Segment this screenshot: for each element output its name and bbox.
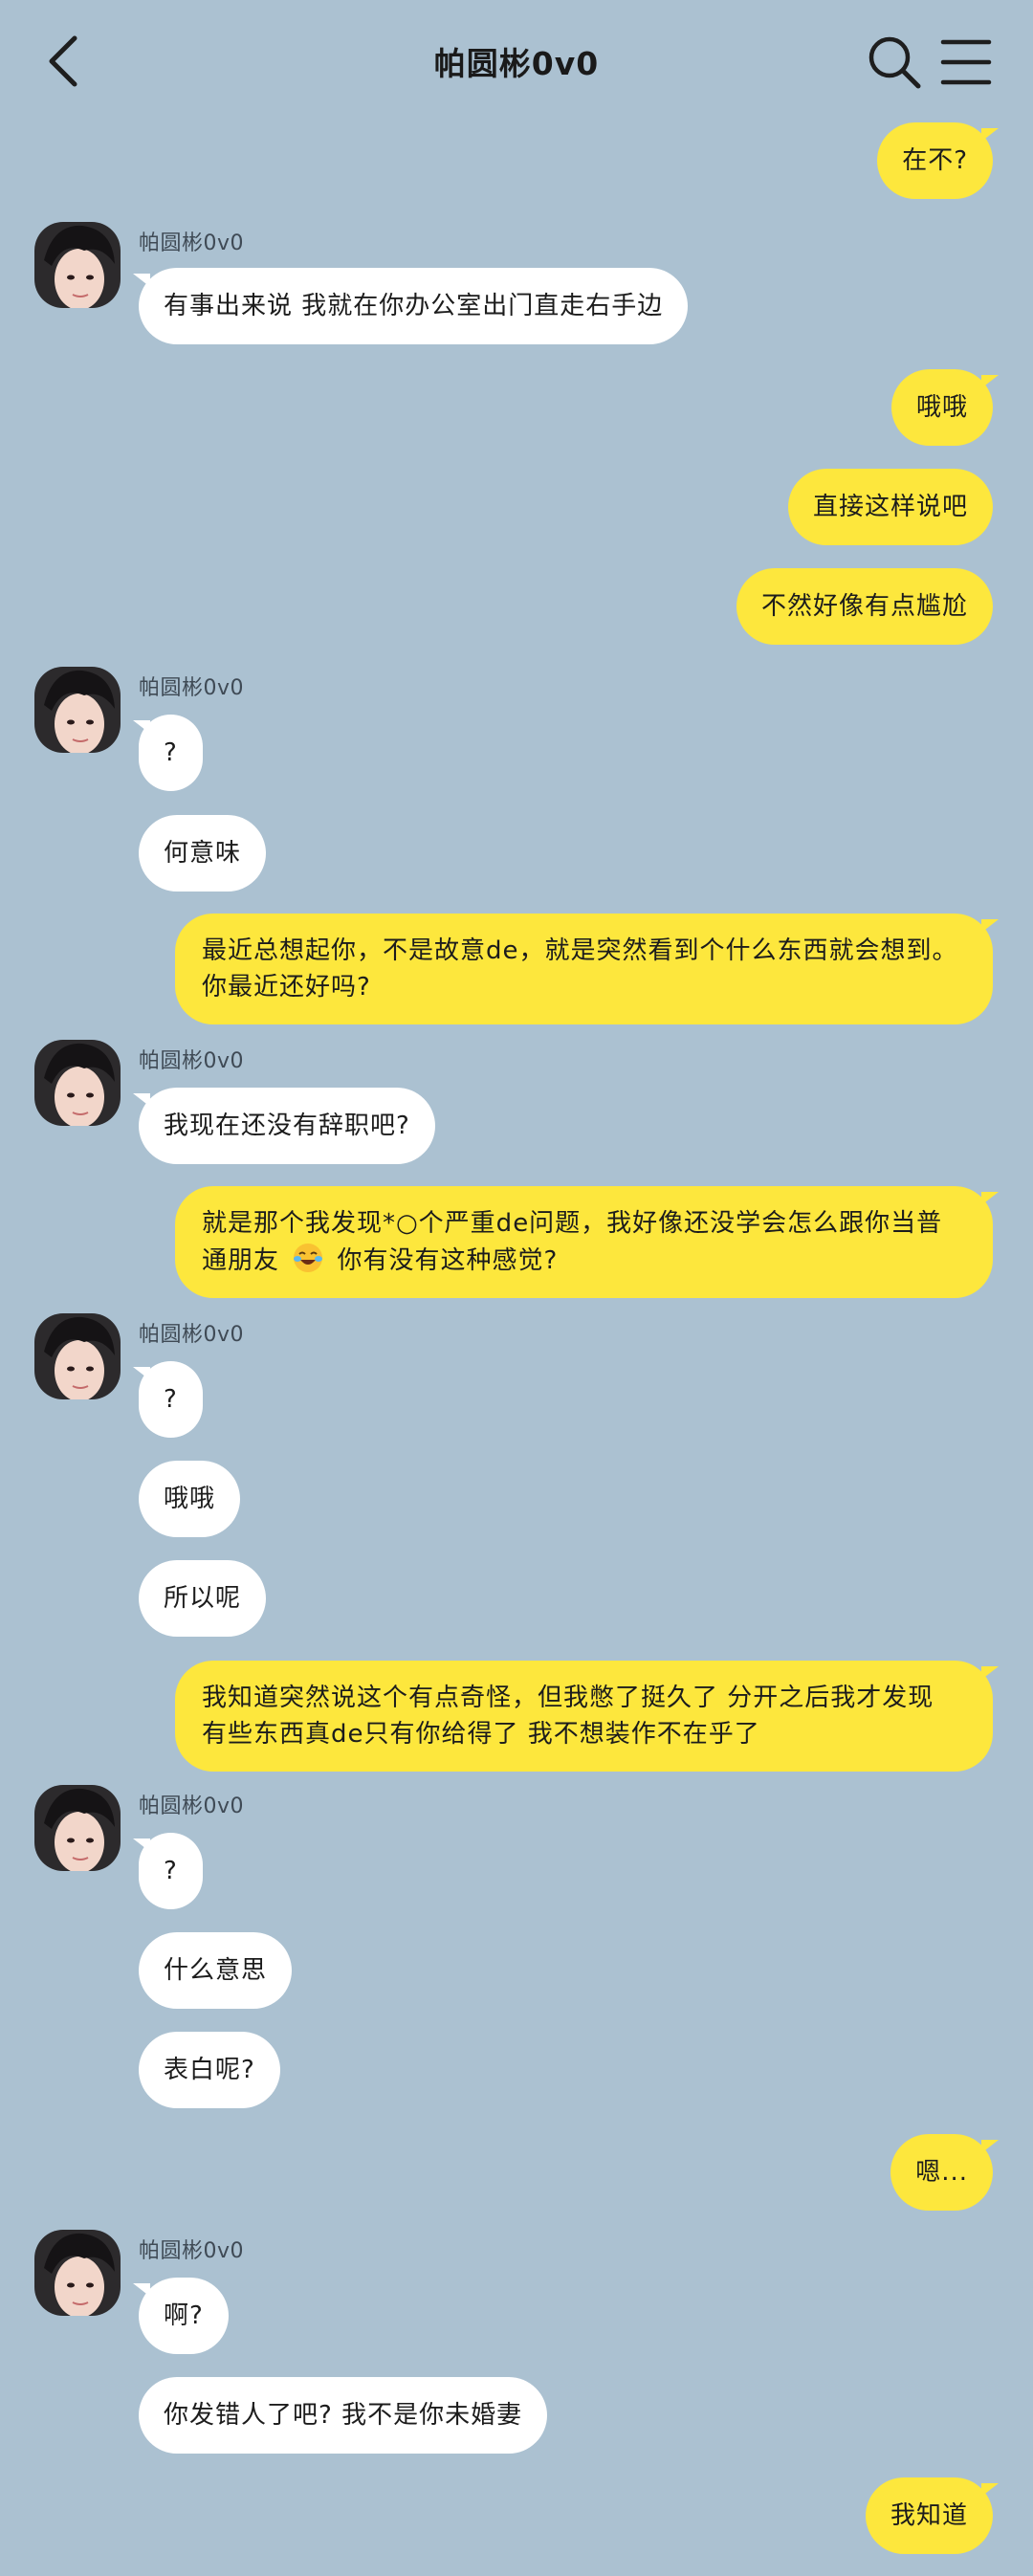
received-message-bubble[interactable]: 哦哦 xyxy=(139,1461,241,1537)
sent-message-bubble[interactable]: 就是那个我发现*○个严重de问题，我好像还没学会怎么跟你当普通朋友 你有没有这种… xyxy=(175,1186,999,1298)
sent-message-bubble[interactable]: 直接这样说吧 xyxy=(787,469,993,545)
received-message-bubble[interactable]: ? xyxy=(133,715,203,791)
avatar[interactable] xyxy=(34,1785,121,1871)
avatar[interactable] xyxy=(34,222,121,308)
sender-name: 帕圆彬0v0 xyxy=(139,1794,245,1818)
message-row-sent: 哦哦 xyxy=(890,369,1000,446)
received-message-bubble[interactable]: 何意味 xyxy=(139,815,267,892)
message-list[interactable]: 在不? 帕圆彬0v0 有事出来说 我就在你办公室出门直走右手边 哦哦 直接这样说… xyxy=(0,0,1033,2576)
received-message-bubble[interactable]: 什么意思 xyxy=(139,1932,293,2009)
received-message-bubble[interactable]: 啊? xyxy=(133,2278,229,2354)
avatar[interactable] xyxy=(34,1040,121,1126)
message-row-sent: 我知道突然说这个有点奇怪，但我憋了挺久了 分开之后我才发现 有些东西真de只有你… xyxy=(175,1661,999,1772)
message-row-sent: 就是那个我发现*○个严重de问题，我好像还没学会怎么跟你当普通朋友 你有没有这种… xyxy=(175,1186,999,1298)
message-row-sent: 我知道 xyxy=(865,2477,1000,2554)
received-message-bubble[interactable]: 所以呢 xyxy=(139,1560,267,1637)
sender-name: 帕圆彬0v0 xyxy=(139,1323,245,1347)
message-row-sent: 在不? xyxy=(877,122,999,199)
received-message-bubble[interactable]: 有事出来说 我就在你办公室出门直走右手边 xyxy=(132,268,689,344)
message-row-sent: 最近总想起你，不是故意de，就是突然看到个什么东西就会想到。你最近还好吗? xyxy=(175,914,999,1024)
sender-name: 帕圆彬0v0 xyxy=(139,676,245,700)
sender-name: 帕圆彬0v0 xyxy=(139,2239,245,2263)
sent-message-bubble[interactable]: 嗯... xyxy=(890,2134,999,2211)
avatar[interactable] xyxy=(34,1313,121,1399)
message-row-sent: 直接这样说吧 xyxy=(787,469,993,545)
received-message-bubble[interactable]: 我现在还没有辞职吧? xyxy=(133,1088,435,1164)
sent-message-bubble[interactable]: 我知道 xyxy=(865,2477,1000,2554)
sender-name: 帕圆彬0v0 xyxy=(139,1049,245,1073)
received-message-bubble[interactable]: 你发错人了吧? 我不是你未婚妻 xyxy=(139,2377,548,2454)
avatar[interactable] xyxy=(34,667,121,753)
crying-laughing-emoji-icon xyxy=(294,1244,323,1272)
sent-message-bubble[interactable]: 哦哦 xyxy=(890,369,1000,446)
message-row-sent: 不然好像有点尴尬 xyxy=(736,568,993,645)
avatar[interactable] xyxy=(34,2230,121,2316)
received-message-bubble[interactable]: ? xyxy=(133,1361,203,1438)
received-message-bubble[interactable]: 表白呢? xyxy=(139,2032,280,2108)
message-text: 你有没有这种感觉? xyxy=(337,1246,559,1275)
message-row-sent: 嗯... xyxy=(890,2134,999,2211)
sent-message-bubble[interactable]: 最近总想起你，不是故意de，就是突然看到个什么东西就会想到。你最近还好吗? xyxy=(175,914,999,1024)
sent-message-bubble[interactable]: 我知道突然说这个有点奇怪，但我憋了挺久了 分开之后我才发现 有些东西真de只有你… xyxy=(175,1661,999,1772)
received-message-bubble[interactable]: ? xyxy=(133,1833,203,1909)
sender-name: 帕圆彬0v0 xyxy=(139,231,245,255)
sent-message-bubble[interactable]: 在不? xyxy=(877,122,999,199)
sent-message-bubble[interactable]: 不然好像有点尴尬 xyxy=(736,568,993,645)
